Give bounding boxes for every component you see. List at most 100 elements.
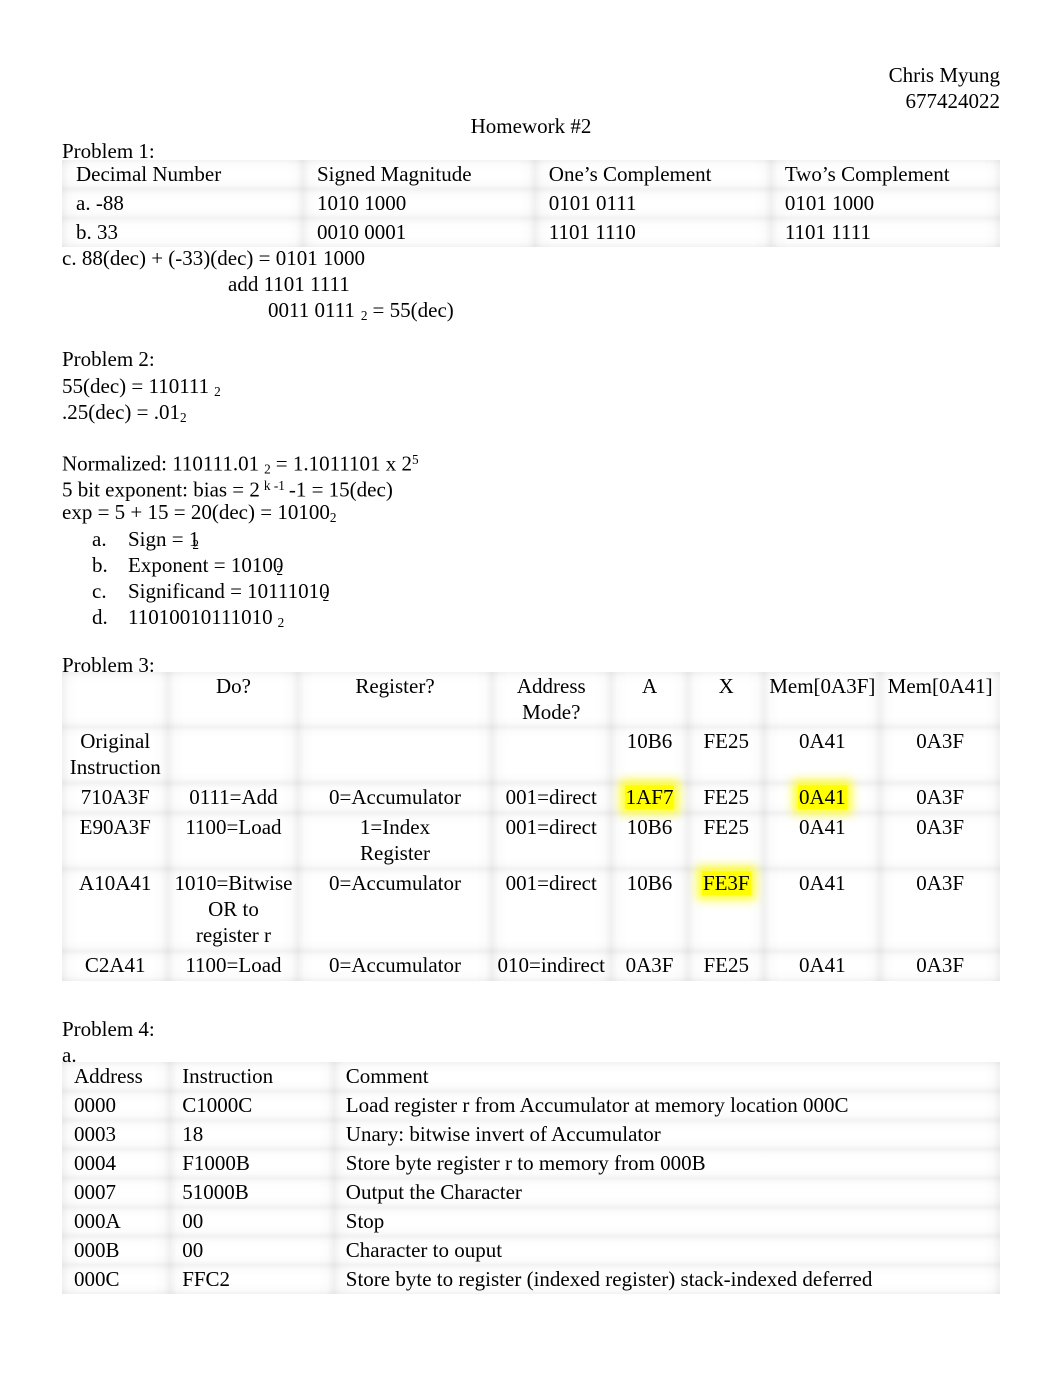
p2-bias-exponent: k -1 <box>263 478 285 493</box>
cell-a-1: 1AF7 <box>611 783 688 813</box>
cell-address-4: 000A <box>62 1207 170 1236</box>
cell-address-0: 0000 <box>62 1091 170 1120</box>
highlighted-value: 1AF7 <box>624 785 675 809</box>
cell-instruction-1: 18 <box>170 1120 334 1149</box>
column-header-address-mode: Address Mode? <box>492 672 611 727</box>
item-d-base: 2 <box>277 614 285 630</box>
item-b-text: Exponent = 10100 <box>128 553 284 577</box>
cell-instruction-4: C2A41 <box>62 951 168 981</box>
cell-sm-b: 0010 0001 <box>303 218 535 247</box>
column-header-decimal-number: Decimal Number <box>62 160 303 189</box>
p2-normalized-exponent: 5 <box>412 452 419 467</box>
problem-1-part-c-line-2: add 1101 1111 <box>228 272 350 296</box>
column-header-a: A <box>611 672 688 727</box>
cell-instruction-3: 51000B <box>170 1178 334 1207</box>
cell-a-2: 10B6 <box>611 813 688 869</box>
cell-addrmode-0 <box>492 727 611 783</box>
cell-instruction-1: 710A3F <box>62 783 168 813</box>
p2-exp-base: 2 <box>329 509 337 525</box>
problem-3-table: Do? Register? Address Mode? A X Mem[0A3F… <box>62 672 1000 981</box>
table-row: C2A41 1100=Load 0=Accumulator 010=indire… <box>62 951 1000 981</box>
cell-addrmode-4: 010=indirect <box>492 951 611 981</box>
cell-x-4: FE25 <box>688 951 764 981</box>
item-a-base: 2 <box>192 536 199 552</box>
cell-addrmode-1: 001=direct <box>492 783 611 813</box>
cell-mem0a3f-3: 0A41 <box>764 869 880 951</box>
highlighted-value: FE3F <box>701 871 751 895</box>
cell-address-2: 0004 <box>62 1149 170 1178</box>
table-row: 000B 00 Character to ouput <box>62 1236 1000 1265</box>
cell-mem0a3f-4: 0A41 <box>764 951 880 981</box>
document-page: Chris Myung 677424022 Homework #2 Proble… <box>0 0 1062 1377</box>
column-header-comment: Comment <box>334 1062 1000 1091</box>
cell-comment-0: Load register r from Accumulator at memo… <box>334 1091 1000 1120</box>
p2-normalized-mid: = 1.1011101 x 2 <box>275 451 413 476</box>
problem-2-item-d-marker: d. <box>92 605 108 629</box>
cell-comment-6: Store byte to register (indexed register… <box>334 1265 1000 1294</box>
problem-4-table: Address Instruction Comment 0000 C1000C … <box>62 1062 1000 1294</box>
part-c-sum-base: 2 <box>360 307 368 323</box>
cell-x-1: FE25 <box>688 783 764 813</box>
cell-instruction-6: FFC2 <box>170 1265 334 1294</box>
table-row: 0007 51000B Output the Character <box>62 1178 1000 1207</box>
cell-x-3: FE3F <box>688 869 764 951</box>
cell-decimal-b: b. 33 <box>62 218 303 247</box>
table-header-row: Do? Register? Address Mode? A X Mem[0A3F… <box>62 672 1000 727</box>
p2-exp-text: exp = 5 + 15 = 20(dec) = 10100 <box>62 500 330 524</box>
cell-comment-2: Store byte register r to memory from 000… <box>334 1149 1000 1178</box>
cell-register-3: 0=Accumulator <box>298 869 491 951</box>
cell-mem0a41-2: 0A3F <box>880 813 1000 869</box>
column-header-ones-complement: One’s Complement <box>535 160 771 189</box>
cell-address-3: 0007 <box>62 1178 170 1207</box>
student-name: Chris Myung <box>888 63 1000 87</box>
item-a-text: Sign = 1 <box>128 527 200 551</box>
cell-comment-1: Unary: bitwise invert of Accumulator <box>334 1120 1000 1149</box>
table-row: Original Instruction 10B6 FE25 0A41 0A3F <box>62 727 1000 783</box>
column-header-instruction: Instruction <box>170 1062 334 1091</box>
cell-decimal-a: a. -88 <box>62 189 303 218</box>
cell-a-4: 0A3F <box>611 951 688 981</box>
problem-1-table: Decimal Number Signed Magnitude One’s Co… <box>62 160 1000 247</box>
problem-2-heading: Problem 2: <box>62 347 155 371</box>
column-header-mem-0a41: Mem[0A41] <box>880 672 1000 727</box>
column-header-address: Address <box>62 1062 170 1091</box>
column-header-blank <box>62 672 168 727</box>
table-row: 0004 F1000B Store byte register r to mem… <box>62 1149 1000 1178</box>
part-c-sum-value: 0011 0111 <box>268 298 355 322</box>
table-row: b. 33 0010 0001 1101 1110 1101 1111 <box>62 218 1000 247</box>
cell-instruction-4: 00 <box>170 1207 334 1236</box>
item-b-base: 2 <box>276 562 283 578</box>
cell-mem0a3f-1: 0A41 <box>764 783 880 813</box>
p2-bias-tail: -1 = 15(dec) <box>288 477 393 502</box>
cell-twos-b: 1101 1111 <box>771 218 1000 247</box>
cell-sm-a: 1010 1000 <box>303 189 535 218</box>
cell-do-4: 1100=Load <box>168 951 298 981</box>
problem-4-heading: Problem 4: <box>62 1017 155 1041</box>
cell-address-6: 000C <box>62 1265 170 1294</box>
table-row: 000A 00 Stop <box>62 1207 1000 1236</box>
cell-register-1: 0=Accumulator <box>298 783 491 813</box>
problem-2-item-c-marker: c. <box>92 579 107 603</box>
p2-line1-base: 2 <box>214 383 221 399</box>
problem-2-item-d: 11010010111010 2 <box>128 604 284 636</box>
cell-comment-5: Character to ouput <box>334 1236 1000 1265</box>
student-id: 677424022 <box>905 89 1001 113</box>
cell-instruction-3: A10A41 <box>62 869 168 951</box>
table-header-row: Decimal Number Signed Magnitude One’s Co… <box>62 160 1000 189</box>
problem-2-item-b-marker: b. <box>92 553 108 577</box>
table-row: a. -88 1010 1000 0101 0111 0101 1000 <box>62 189 1000 218</box>
cell-mem0a41-1: 0A3F <box>880 783 1000 813</box>
table-row: 0003 18 Unary: bitwise invert of Accumul… <box>62 1120 1000 1149</box>
p2-line2-base: 2 <box>179 409 187 425</box>
cell-instruction-2: F1000B <box>170 1149 334 1178</box>
document-title: Homework #2 <box>470 114 592 138</box>
cell-do-2: 1100=Load <box>168 813 298 869</box>
cell-do-1: 0111=Add <box>168 783 298 813</box>
problem-2-item-a-marker: a. <box>92 527 107 551</box>
cell-a-0: 10B6 <box>611 727 688 783</box>
problem-1-part-c-line-1: c. 88(dec) + (-33)(dec) = 0101 1000 <box>62 246 365 270</box>
column-header-signed-magnitude: Signed Magnitude <box>303 160 535 189</box>
table-header-row: Address Instruction Comment <box>62 1062 1000 1091</box>
cell-instruction-0: C1000C <box>170 1091 334 1120</box>
table-row: 710A3F 0111=Add 0=Accumulator 001=direct… <box>62 783 1000 813</box>
